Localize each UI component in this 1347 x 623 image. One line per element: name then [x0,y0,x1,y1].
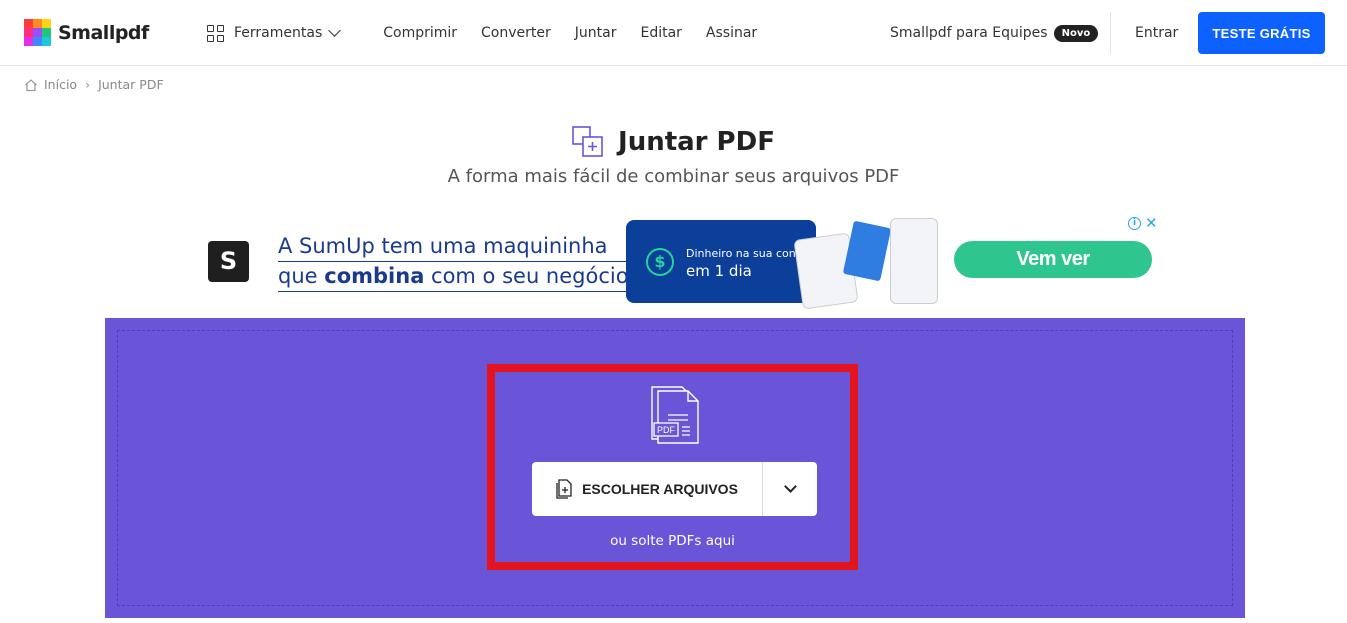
pdf-files-icon: PDF [651,386,699,444]
main-nav: Ferramentas Comprimir Converter Juntar E… [207,0,757,66]
page-subtitle: A forma mais fácil de combinar seus arqu… [447,166,900,187]
ad-headline[interactable]: A SumUp tem uma maquininha que combina c… [278,232,635,292]
breadcrumb: Início › Juntar PDF [24,77,164,92]
free-trial-button[interactable]: TESTE GRÁTIS [1198,12,1325,54]
smallpdf-logo[interactable]: Smallpdf [24,19,149,46]
chevron-down-icon [783,480,797,493]
tools-label: Ferramentas [234,25,323,41]
choose-files-group: ESCOLHER ARQUIVOS [532,462,817,516]
ad-line-1: A SumUp tem uma maquininha [278,232,635,262]
nav-link-compress[interactable]: Comprimir [383,25,457,41]
page-title: Juntar PDF [618,127,775,157]
nav-link-merge[interactable]: Juntar [575,25,617,41]
breadcrumb-home[interactable]: Início [44,77,77,92]
nav-link-sign[interactable]: Assinar [706,25,757,41]
choose-files-label: ESCOLHER ARQUIVOS [582,481,738,497]
dollar-icon: $ [646,248,674,276]
nav-link-edit[interactable]: Editar [640,25,681,41]
ad-banner: $ Dinheiro na sua conta em 1 dia [626,220,816,303]
logo-text: Smallpdf [58,21,149,44]
title-row: Juntar PDF [0,126,1347,158]
file-add-icon [556,479,572,499]
ad-banner-big: em 1 dia [686,262,752,280]
tools-menu[interactable]: Ferramentas [207,24,342,42]
top-header: Smallpdf Ferramentas Comprimir Converter… [0,0,1347,66]
home-icon [25,78,37,91]
ad-logo: S [208,241,249,282]
header-divider [1110,12,1111,54]
ad-banner-small: Dinheiro na sua conta [686,247,807,260]
nav-link-convert[interactable]: Converter [481,25,551,41]
login-link[interactable]: Entrar [1135,25,1178,41]
teams-link[interactable]: Smallpdf para Equipes Novo [890,0,1099,66]
ad-cta-button[interactable]: Vem ver [954,241,1152,278]
drop-hint: ou solte PDFs aqui [610,533,735,549]
sumup-ad[interactable]: S A SumUp tem uma maquininha que combina… [200,214,1162,310]
breadcrumb-current: Juntar PDF [98,77,164,92]
choose-files-button[interactable]: ESCOLHER ARQUIVOS [532,462,762,516]
ad-close-icon[interactable]: ✕ [1145,214,1158,232]
chevron-down-icon [328,24,342,37]
smallpdf-logo-icon [24,19,51,46]
pos-terminal-image [890,218,938,304]
new-badge: Novo [1053,24,1099,42]
merge-pdf-icon [572,126,603,157]
grid-icon [207,24,224,42]
payment-card-image [842,220,892,282]
teams-label: Smallpdf para Equipes [890,25,1048,41]
ad-line-2: que combina com o seu negócio. [278,262,635,292]
ad-info-icon[interactable]: i [1128,217,1141,230]
breadcrumb-separator: › [85,77,91,92]
upload-source-dropdown[interactable] [763,462,817,516]
pdf-badge-text: PDF [657,425,676,435]
